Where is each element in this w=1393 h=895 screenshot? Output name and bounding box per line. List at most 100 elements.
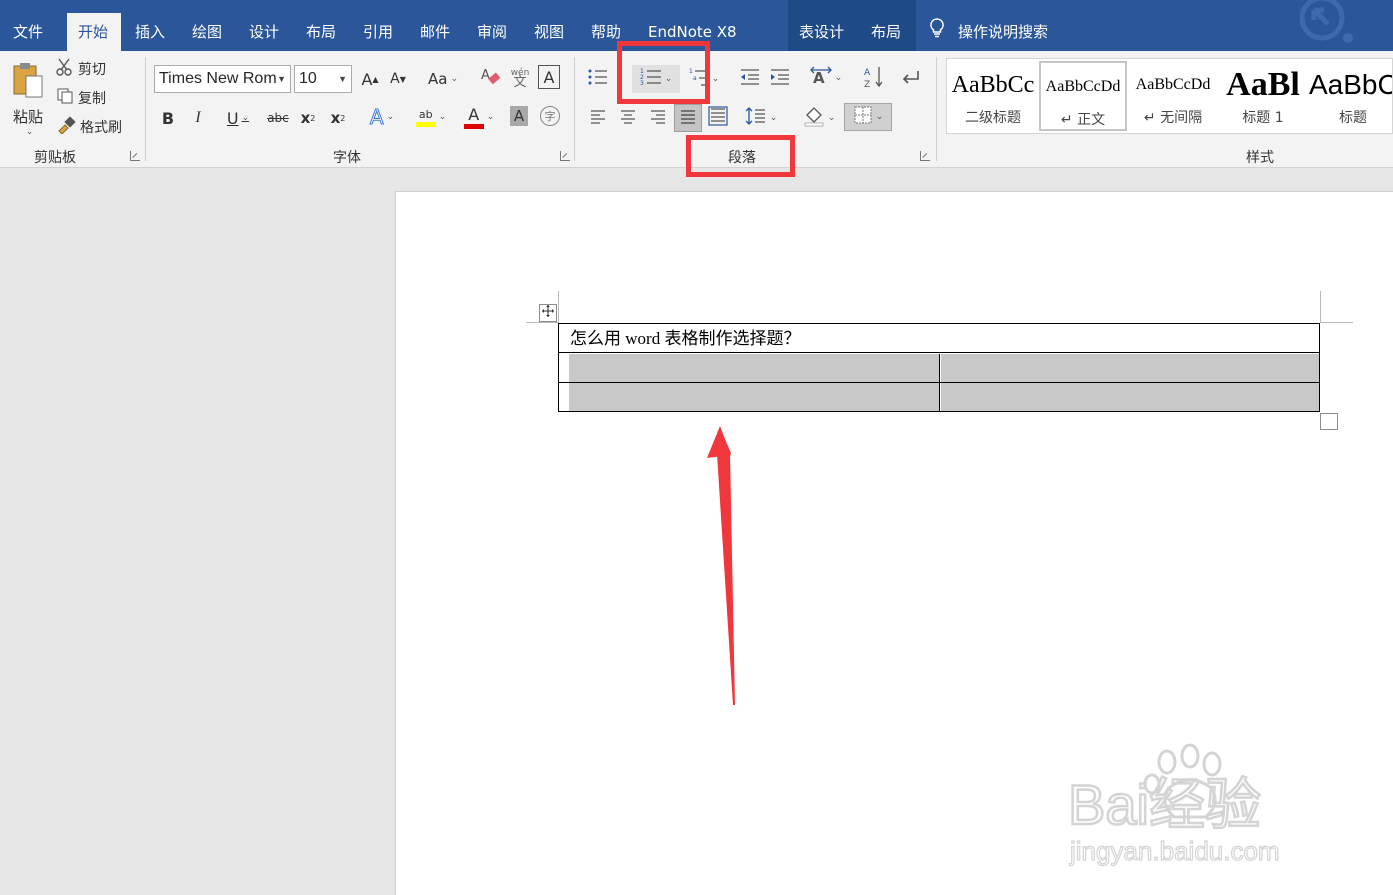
style-title[interactable]: AaBbC 标题 xyxy=(1309,61,1392,131)
tab-table-layout[interactable]: 布局 xyxy=(860,13,912,51)
style-heading-1[interactable]: AaBl 标题 1 xyxy=(1219,61,1307,131)
superscript-button[interactable]: x2 xyxy=(328,106,348,130)
copy-icon xyxy=(56,87,74,109)
tab-file[interactable]: 文件 xyxy=(2,13,54,51)
tab-references[interactable]: 引用 xyxy=(352,13,404,51)
table-cell[interactable] xyxy=(941,383,1319,411)
tab-view[interactable]: 视图 xyxy=(523,13,575,51)
clipboard-group-label: 剪贴板 xyxy=(34,150,76,166)
sort-icon: AZ xyxy=(864,65,884,93)
highlight-letters: ab xyxy=(418,107,433,121)
font-size-combo[interactable]: 10 ▼ xyxy=(294,65,352,93)
clear-formatting-button[interactable]: A xyxy=(478,65,504,91)
style-sample: AaBbCcDd xyxy=(1045,78,1121,95)
copy-label: 复制 xyxy=(78,91,106,107)
format-painter-button[interactable]: 格式刷 xyxy=(56,116,122,138)
line-spacing-button[interactable]: ⌄ xyxy=(740,105,782,131)
tab-design[interactable]: 设计 xyxy=(238,13,290,51)
highlight-color-button[interactable]: ab ⌄ xyxy=(410,104,452,130)
strikethrough-button[interactable]: abc xyxy=(264,106,292,130)
bold-button[interactable]: B xyxy=(158,106,178,130)
shrink-font-button[interactable]: A ▼ xyxy=(388,67,408,91)
eraser-icon: A xyxy=(480,65,502,91)
font-color-button[interactable]: A ⌄ xyxy=(458,104,500,130)
group-divider xyxy=(936,57,937,161)
table-cell[interactable] xyxy=(941,354,1319,382)
distributed-button[interactable] xyxy=(706,106,730,130)
clipboard-launcher-icon[interactable] xyxy=(130,151,140,161)
asian-layout-icon: A xyxy=(809,66,832,90)
decrease-indent-button[interactable] xyxy=(738,67,762,91)
decrease-indent-icon xyxy=(739,68,761,90)
style-sample: AaBbCcDd xyxy=(1135,76,1211,93)
font-name-value: Times New Rom xyxy=(159,70,277,87)
tab-layout[interactable]: 布局 xyxy=(295,13,347,51)
character-shading-button[interactable]: A xyxy=(510,106,528,126)
tab-mailings[interactable]: 邮件 xyxy=(409,13,461,51)
justify-button[interactable] xyxy=(674,104,702,132)
style-no-spacing[interactable]: AaBbCcDd ↵ 无间隔 xyxy=(1129,61,1217,131)
font-launcher-icon[interactable] xyxy=(560,151,570,161)
style-name: ↵ 正文 xyxy=(1060,112,1106,128)
format-painter-label: 格式刷 xyxy=(80,120,122,136)
font-group-label: 字体 xyxy=(333,150,361,166)
grow-font-button[interactable]: A ▲ xyxy=(360,67,380,91)
subscript-button[interactable]: x2 xyxy=(298,106,318,130)
chevron-down-icon: ⌄ xyxy=(875,112,884,122)
table-cell[interactable] xyxy=(569,354,939,382)
align-left-button[interactable] xyxy=(586,106,610,130)
chevron-down-icon: ▼ xyxy=(277,74,286,84)
tab-table-design[interactable]: 表设计 xyxy=(788,13,855,51)
chevron-down-icon: ⌄ xyxy=(25,126,34,137)
tab-insert[interactable]: 插入 xyxy=(124,13,176,51)
align-center-button[interactable] xyxy=(616,106,640,130)
show-hide-marks-button[interactable] xyxy=(898,67,922,91)
clipboard-paste-icon xyxy=(10,62,46,104)
shading-button[interactable]: ⌄ xyxy=(798,105,840,131)
italic-button[interactable]: I xyxy=(188,106,208,130)
change-case-button[interactable]: Aa ⌄ xyxy=(424,67,462,91)
style-normal[interactable]: AaBbCcDd ↵ 正文 xyxy=(1039,61,1127,131)
enclose-characters-button[interactable]: 字 xyxy=(540,106,560,126)
font-color-letter: A xyxy=(468,104,480,124)
phonetic-char-icon: 文 xyxy=(513,75,527,90)
table-title-cell[interactable]: 怎么用 word 表格制作选择题？ xyxy=(559,324,1319,353)
text-effects-button[interactable]: A ⌄ xyxy=(362,104,402,130)
subscript-icon: x xyxy=(300,109,311,127)
character-border-button[interactable]: A xyxy=(538,65,560,89)
table-cell[interactable] xyxy=(569,383,939,411)
asian-layout-button[interactable]: A ⌄ xyxy=(806,65,846,91)
cut-button[interactable]: 剪切 xyxy=(56,58,106,80)
chevron-down-icon: ⌄ xyxy=(711,74,720,84)
tab-draw[interactable]: 绘图 xyxy=(181,13,233,51)
borders-button[interactable]: ⌄ xyxy=(844,103,892,131)
bold-icon: B xyxy=(161,108,175,128)
paragraph-launcher-icon[interactable] xyxy=(920,151,930,161)
chevron-down-icon: ⌄ xyxy=(386,112,395,122)
watermark-url: jingyan.baidu.com xyxy=(1069,836,1280,866)
increase-indent-button[interactable] xyxy=(768,67,792,91)
table-column-divider xyxy=(939,354,940,411)
tab-review[interactable]: 审阅 xyxy=(466,13,518,51)
table-move-handle[interactable] xyxy=(539,304,557,322)
sort-button[interactable]: AZ xyxy=(862,65,886,93)
font-name-combo[interactable]: Times New Rom ▼ xyxy=(154,65,291,93)
tab-home[interactable]: 开始 xyxy=(67,13,121,51)
highlighter-icon: ab xyxy=(415,107,436,127)
tell-me-search[interactable]: 操作说明搜索 xyxy=(930,13,1048,51)
gridline-marker xyxy=(526,322,558,323)
paste-button[interactable]: 粘贴 ⌄ xyxy=(6,59,50,139)
align-center-icon xyxy=(619,108,637,128)
underline-button[interactable]: U ⌄ xyxy=(218,106,258,130)
underline-icon: U xyxy=(226,108,239,128)
phonetic-guide-button[interactable]: wén 文 xyxy=(508,65,532,91)
choice-question-table[interactable]: 怎么用 word 表格制作选择题？ xyxy=(558,323,1320,412)
style-heading-2[interactable]: AaBbCc 二级标题 xyxy=(949,61,1037,131)
copy-button[interactable]: 复制 xyxy=(56,87,106,109)
svg-text:Z: Z xyxy=(864,80,870,89)
align-right-button[interactable] xyxy=(646,106,670,130)
table-resize-handle[interactable] xyxy=(1320,413,1338,430)
distributed-icon xyxy=(708,106,728,130)
bullets-button[interactable] xyxy=(586,67,610,91)
character-border-icon: A xyxy=(543,67,555,87)
